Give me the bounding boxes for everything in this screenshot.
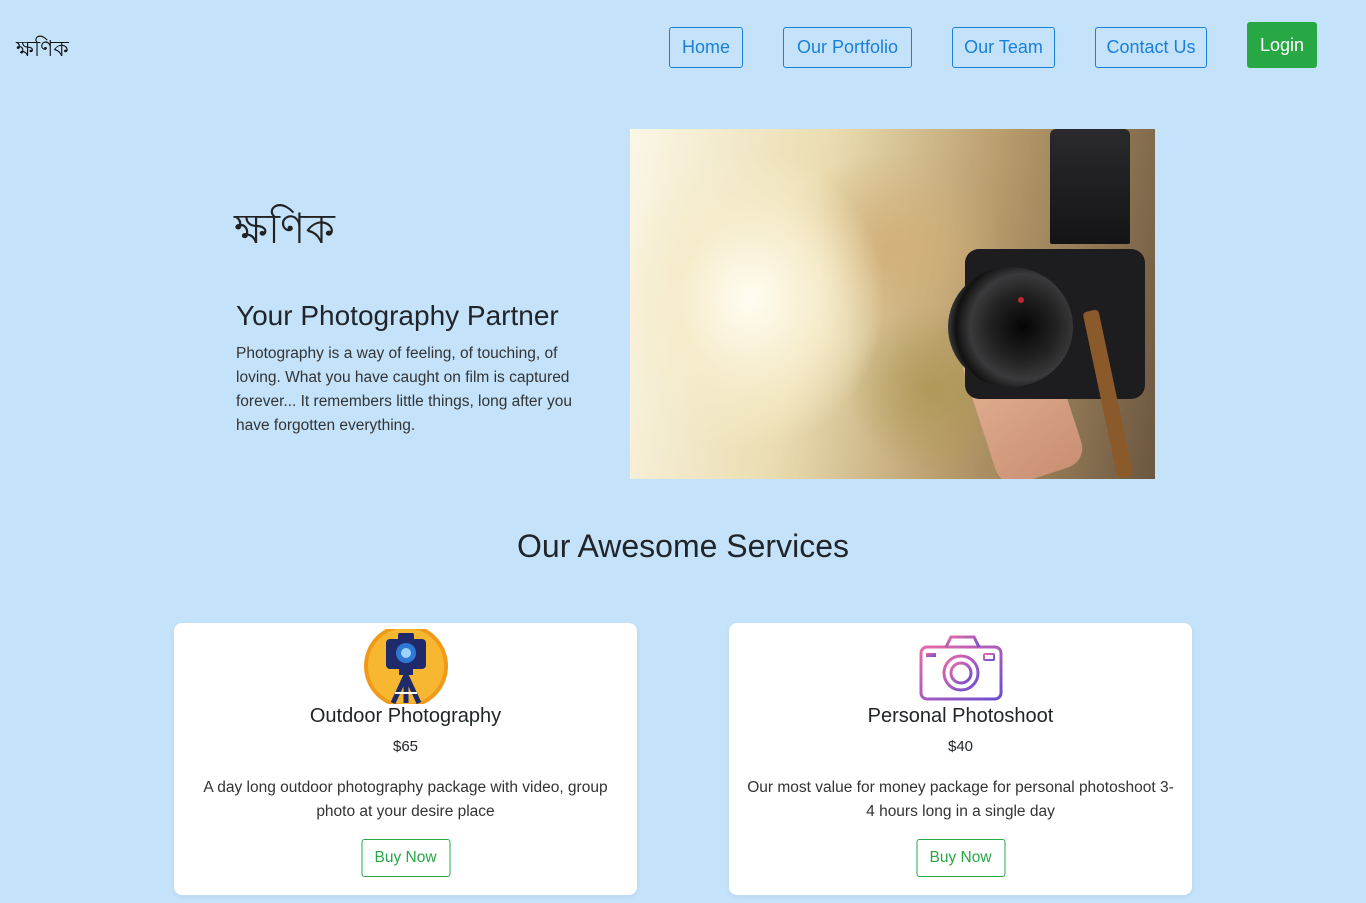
service-card-outdoor: Outdoor Photography $65 A day long outdo… — [174, 623, 637, 895]
service-price: $65 — [392, 738, 419, 755]
camera-flash-shape — [1050, 129, 1130, 244]
hero-camera-photo — [630, 129, 1155, 479]
camera-red-dot — [1018, 297, 1024, 303]
nav-portfolio-button[interactable]: Our Portfolio — [783, 27, 912, 68]
hero-title: Your Photography Partner — [236, 300, 559, 331]
login-button[interactable]: Login — [1247, 22, 1317, 68]
camera-lens-shape — [948, 267, 1073, 387]
service-card-personal: Personal Photoshoot $40 Our most value f… — [729, 623, 1192, 895]
buy-now-button[interactable]: Buy Now — [916, 839, 1005, 877]
hero-brand-title: ক্ষণিক — [234, 204, 335, 253]
service-title: Personal Photoshoot — [867, 705, 1054, 727]
service-title: Outdoor Photography — [309, 705, 502, 727]
nav-home-button[interactable]: Home — [669, 27, 743, 68]
service-description: Our most value for money package for per… — [747, 779, 1174, 820]
site-logo[interactable]: ক্ষণিক — [16, 32, 69, 69]
camera-outline-icon — [919, 635, 1002, 701]
nav-contact-button[interactable]: Contact Us — [1095, 27, 1207, 68]
service-price: $40 — [947, 738, 974, 755]
nav-team-button[interactable]: Our Team — [952, 27, 1055, 68]
hero-description: Photography is a way of feeling, of touc… — [236, 345, 572, 434]
service-description: A day long outdoor photography package w… — [203, 779, 608, 820]
services-title: Our Awesome Services — [517, 528, 849, 564]
buy-now-button[interactable]: Buy Now — [361, 839, 450, 877]
tripod-camera-icon — [363, 629, 448, 704]
